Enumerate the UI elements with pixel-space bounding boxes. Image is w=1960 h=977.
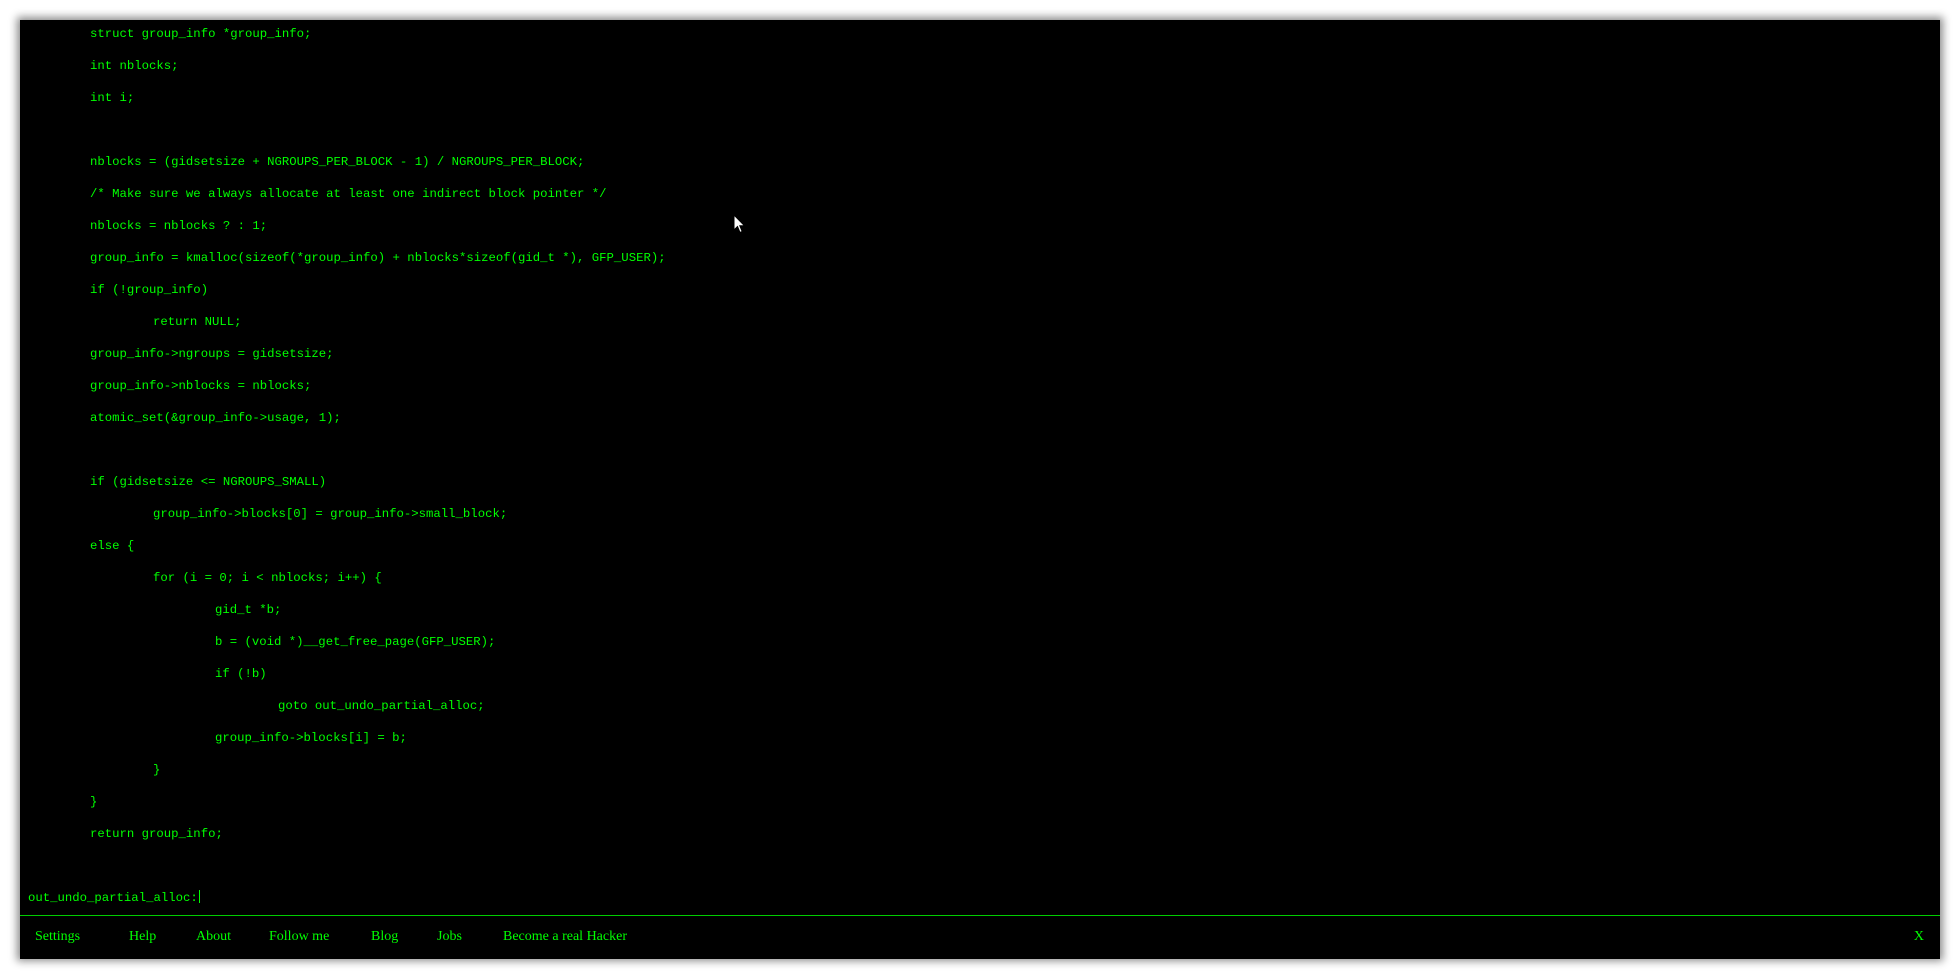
code-line: return group_info; (90, 827, 223, 841)
code-line: } (90, 795, 98, 809)
code-line: goto out_undo_partial_alloc; (278, 699, 485, 713)
code-line: nblocks = nblocks ? : 1; (90, 219, 268, 233)
code-line: group_info = kmalloc(sizeof(*group_info)… (90, 251, 666, 265)
code-line: if (gidsetsize <= NGROUPS_SMALL) (90, 475, 327, 489)
code-line: group_info->blocks[0] = group_info->smal… (153, 507, 508, 521)
code-line: group_info->nblocks = nblocks; (90, 379, 312, 393)
menu-follow-me[interactable]: Follow me (269, 929, 329, 945)
code-line: b = (void *)__get_free_page(GFP_USER); (215, 635, 496, 649)
code-line: int nblocks; (90, 59, 179, 73)
code-line: gid_t *b; (215, 603, 282, 617)
code-line: } (153, 763, 161, 777)
code-line: return NULL; (153, 315, 242, 329)
menu-jobs[interactable]: Jobs (437, 929, 462, 945)
code-line: nblocks = (gidsetsize + NGROUPS_PER_BLOC… (90, 155, 585, 169)
code-line: int i; (90, 91, 135, 105)
code-line-current: out_undo_partial_alloc: (28, 888, 200, 908)
code-area[interactable]: struct group_info *group_info; int nbloc… (20, 20, 1940, 916)
code-line: else { (90, 539, 135, 553)
code-line: /* Make sure we always allocate at least… (90, 187, 607, 201)
hacker-typer-window: struct group_info *group_info; int nbloc… (20, 20, 1940, 959)
bottom-menu-bar: Settings Help About Follow me Blog Jobs … (20, 915, 1940, 959)
code-line: if (!group_info) (90, 283, 209, 297)
menu-help[interactable]: Help (129, 929, 156, 945)
menu-become-hacker[interactable]: Become a real Hacker (503, 929, 627, 945)
code-line: group_info->ngroups = gidsetsize; (90, 347, 334, 361)
close-button[interactable]: X (1914, 929, 1924, 945)
menu-about[interactable]: About (196, 929, 231, 945)
code-line: group_info->blocks[i] = b; (215, 731, 407, 745)
mouse-pointer-icon (733, 214, 746, 234)
current-line-text: out_undo_partial_alloc: (28, 891, 198, 905)
code-line: if (!b) (215, 667, 267, 681)
menu-blog[interactable]: Blog (371, 929, 398, 945)
text-caret (198, 890, 200, 903)
code-line: for (i = 0; i < nblocks; i++) { (153, 571, 382, 585)
menu-settings[interactable]: Settings (35, 929, 80, 945)
code-line: atomic_set(&group_info->usage, 1); (90, 411, 341, 425)
code-line: struct group_info *group_info; (90, 27, 312, 41)
